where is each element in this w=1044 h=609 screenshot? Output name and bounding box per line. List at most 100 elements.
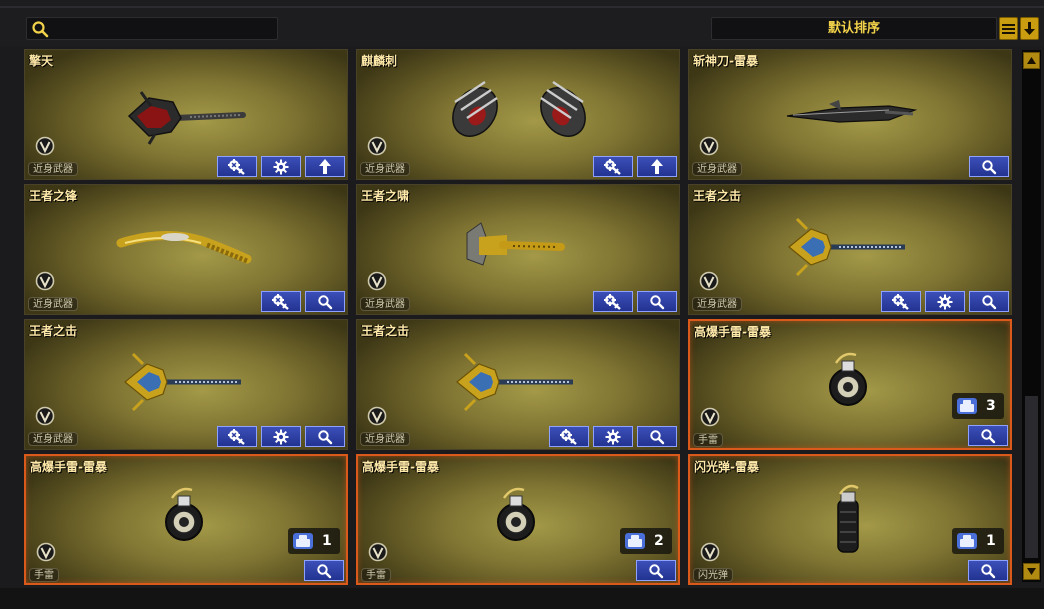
action-buttons [968, 425, 1008, 446]
sort-order-button[interactable] [1020, 17, 1039, 40]
scroll-thumb[interactable] [1025, 396, 1038, 558]
arrow-up-icon [651, 159, 663, 174]
v-badge-icon [35, 136, 55, 156]
search-icon [318, 294, 333, 309]
arrow-down-icon [1024, 21, 1035, 35]
upgrade-button[interactable] [217, 426, 257, 447]
menu-icon [1002, 23, 1015, 34]
triangle-up-icon [1027, 57, 1036, 64]
item-card[interactable]: 擎天 近身武器 [24, 49, 348, 180]
action-buttons [593, 291, 677, 312]
v-badge-icon [699, 136, 719, 156]
item-name: 王者之击 [29, 324, 78, 338]
stock-count: 2 [620, 528, 672, 554]
search-button[interactable] [305, 426, 345, 447]
upgrade-icon [272, 293, 289, 310]
item-card[interactable]: 王者之锋 近身武器 [24, 184, 348, 315]
inventory-box-icon [293, 533, 313, 549]
search-icon [32, 21, 49, 38]
item-card[interactable]: 王者之击 近身武器 [688, 184, 1012, 315]
category-tag: 手雷 [361, 568, 391, 582]
upgrade-icon [604, 293, 621, 310]
settings-button[interactable] [261, 156, 301, 177]
action-buttons [217, 156, 345, 177]
item-name: 王者之锋 [29, 189, 78, 203]
list-view-button[interactable] [999, 17, 1018, 40]
stock-count-value: 1 [986, 533, 996, 549]
search-button[interactable] [968, 425, 1008, 446]
arrow-up-button[interactable] [637, 156, 677, 177]
item-card[interactable]: 高爆手雷-雷暴 手雷 2 [356, 454, 680, 585]
scroll-down-button[interactable] [1023, 563, 1040, 580]
item-name: 麒麟刺 [361, 54, 398, 68]
item-name: 高爆手雷-雷暴 [30, 460, 107, 474]
upgrade-icon [228, 428, 245, 445]
settings-icon [273, 159, 289, 174]
grenade-image [165, 487, 203, 541]
inventory-box-icon [957, 533, 977, 549]
search-field[interactable] [26, 17, 278, 40]
item-name: 高爆手雷-雷暴 [694, 325, 771, 339]
item-card[interactable]: 高爆手雷-雷暴 手雷 3 [688, 319, 1012, 450]
item-name: 斩神刀-雷暴 [693, 54, 758, 68]
upgrade-button[interactable] [593, 291, 633, 312]
category-tag: 近身武器 [692, 162, 742, 176]
v-badge-icon [35, 406, 55, 426]
settings-button[interactable] [261, 426, 301, 447]
v-badge-icon [367, 136, 387, 156]
action-buttons [881, 291, 1009, 312]
search-icon [981, 563, 996, 578]
search-icon [649, 563, 664, 578]
item-card[interactable]: 王者之击 近身武器 [24, 319, 348, 450]
search-button[interactable] [305, 291, 345, 312]
item-card[interactable]: 麒麟刺 近身武器 [356, 49, 680, 180]
search-button[interactable] [968, 560, 1008, 581]
toolbar-divider [0, 6, 1044, 8]
settings-button[interactable] [593, 426, 633, 447]
upgrade-button[interactable] [881, 291, 921, 312]
category-tag: 手雷 [693, 433, 723, 447]
settings-button[interactable] [925, 291, 965, 312]
item-name: 王者之击 [693, 189, 742, 203]
search-button[interactable] [969, 291, 1009, 312]
scroll-up-button[interactable] [1023, 52, 1040, 69]
sort-dropdown[interactable]: 默认排序 [711, 17, 997, 40]
category-tag: 近身武器 [360, 162, 410, 176]
search-icon [650, 429, 665, 444]
search-button[interactable] [637, 291, 677, 312]
item-name: 高爆手雷-雷暴 [362, 460, 439, 474]
item-card[interactable]: 斩神刀-雷暴 近身武器 [688, 49, 1012, 180]
item-card[interactable]: 王者之啸 近身武器 [356, 184, 680, 315]
upgrade-button[interactable] [261, 291, 301, 312]
v-badge-icon [699, 271, 719, 291]
action-buttons [968, 560, 1008, 581]
long-blade-image [786, 100, 918, 123]
grenade-image [497, 487, 535, 541]
v-badge-icon [700, 407, 720, 427]
search-input[interactable] [53, 20, 273, 37]
search-icon [317, 563, 332, 578]
item-name: 擎天 [29, 54, 54, 68]
action-buttons [593, 156, 677, 177]
grenade-image [829, 352, 867, 406]
item-card[interactable]: 王者之击 近身武器 [356, 319, 680, 450]
v-badge-icon [368, 542, 388, 562]
action-buttons [636, 560, 676, 581]
search-button[interactable] [636, 560, 676, 581]
item-card[interactable]: 闪光弹-雷暴 闪光弹 1 [688, 454, 1012, 585]
stock-count-value: 2 [654, 533, 664, 549]
search-button[interactable] [969, 156, 1009, 177]
arrow-up-icon [319, 159, 331, 174]
item-name: 闪光弹-雷暴 [694, 460, 759, 474]
item-card[interactable]: 高爆手雷-雷暴 手雷 1 [24, 454, 348, 585]
upgrade-button[interactable] [549, 426, 589, 447]
item-name: 王者之啸 [361, 189, 410, 203]
settings-icon [605, 429, 621, 444]
search-button[interactable] [637, 426, 677, 447]
scrollbar[interactable] [1022, 50, 1041, 582]
arrow-up-button[interactable] [305, 156, 345, 177]
upgrade-button[interactable] [217, 156, 257, 177]
search-button[interactable] [304, 560, 344, 581]
search-icon [981, 428, 996, 443]
upgrade-button[interactable] [593, 156, 633, 177]
